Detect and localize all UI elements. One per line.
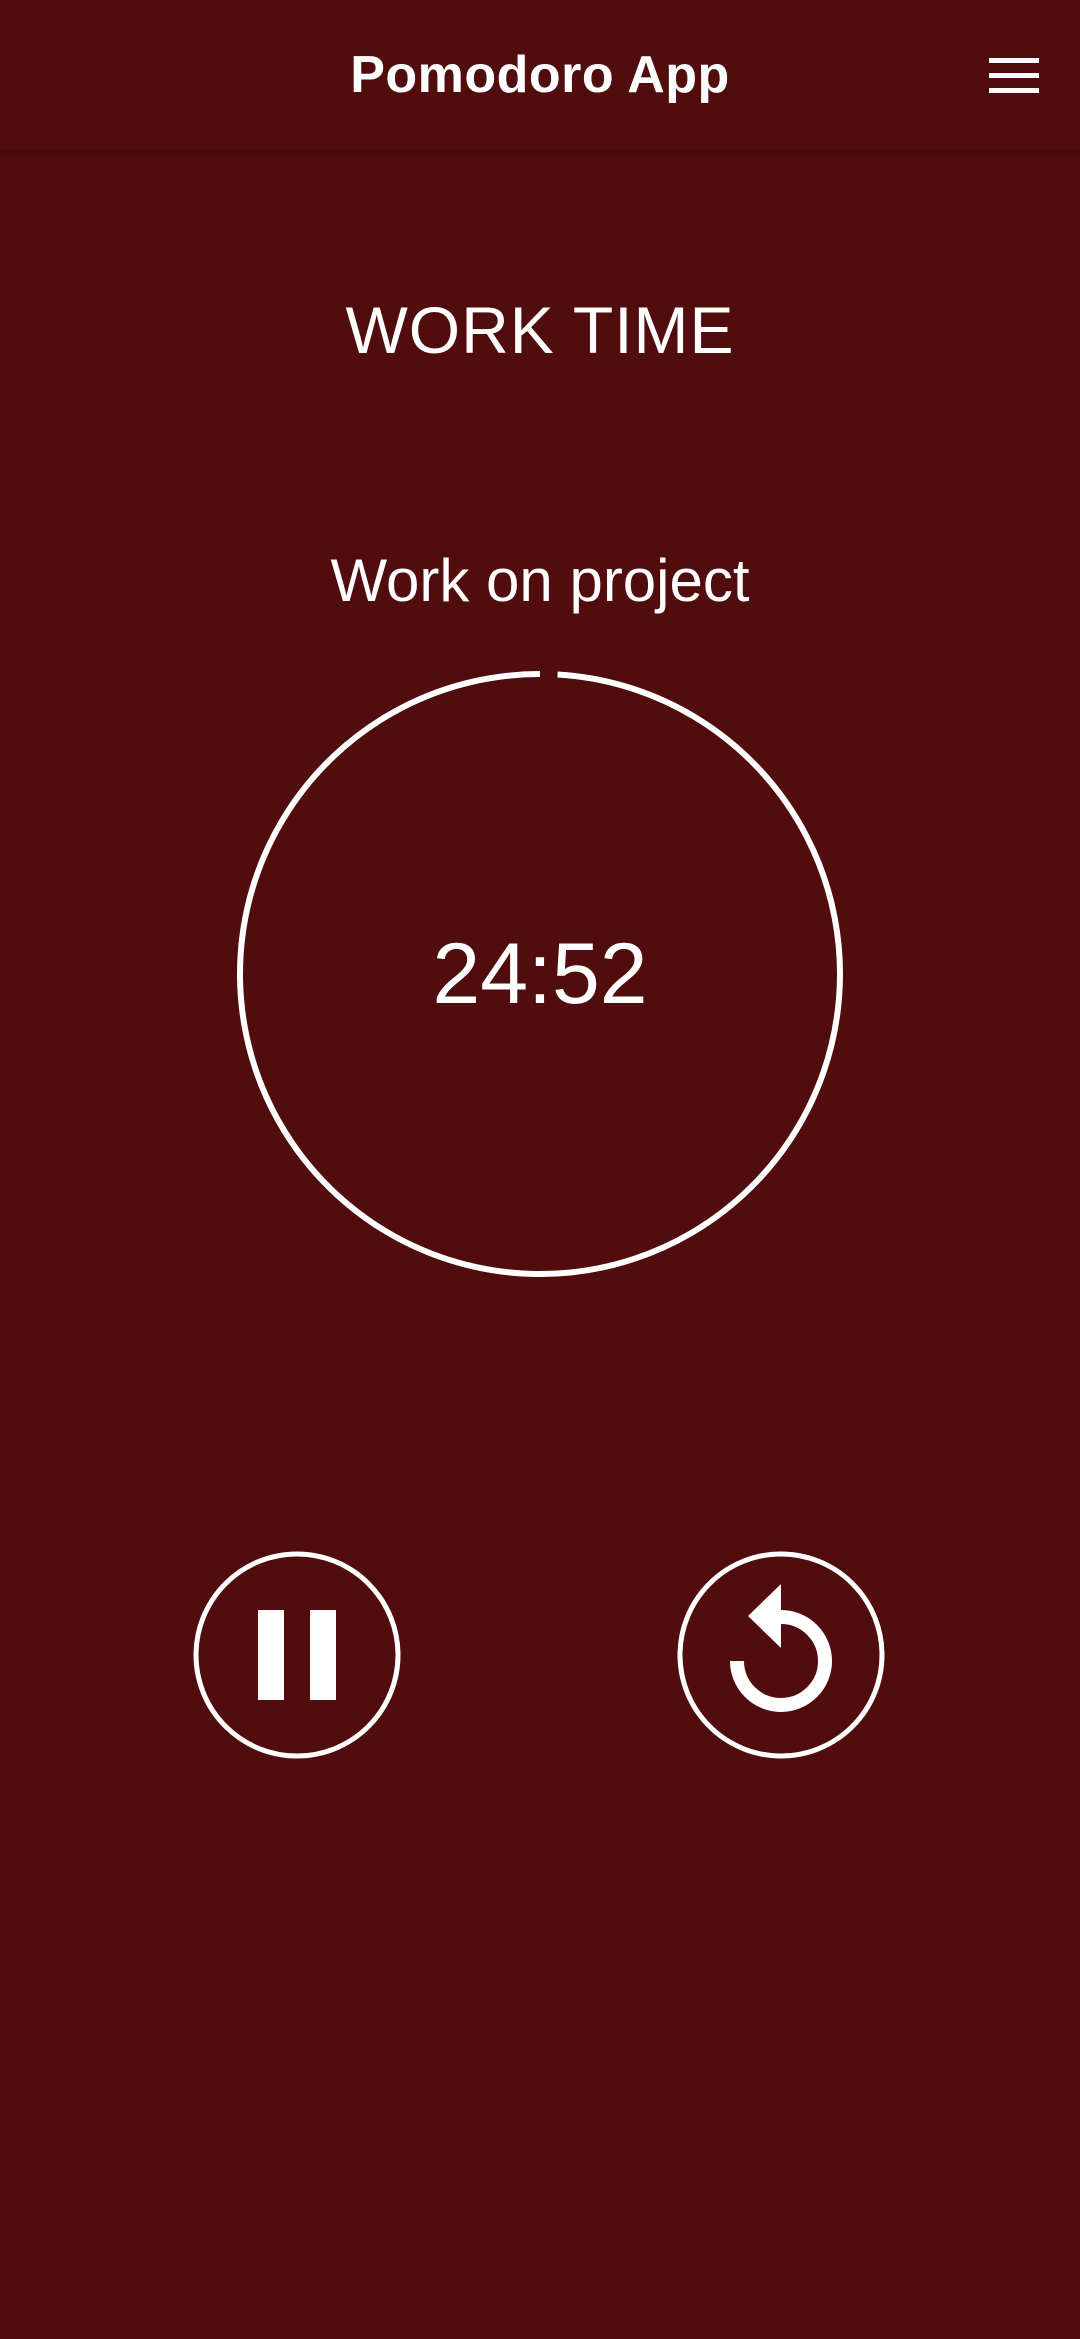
- reset-button-ring: [677, 1551, 885, 1759]
- app-bar: Pomodoro App: [0, 0, 1080, 152]
- hamburger-menu-icon: [989, 58, 1039, 93]
- menu-button[interactable]: [978, 46, 1050, 106]
- pause-button-ring: [193, 1551, 401, 1759]
- pause-icon: [258, 1610, 336, 1700]
- app-title: Pomodoro App: [350, 46, 730, 104]
- phase-title: WORK TIME: [345, 293, 735, 367]
- pause-button[interactable]: [193, 1551, 401, 1759]
- reset-button[interactable]: [677, 1551, 885, 1759]
- reset-icon: [730, 1584, 832, 1712]
- timer-display: 24:52: [432, 925, 648, 1022]
- task-name: Work on project: [330, 547, 750, 614]
